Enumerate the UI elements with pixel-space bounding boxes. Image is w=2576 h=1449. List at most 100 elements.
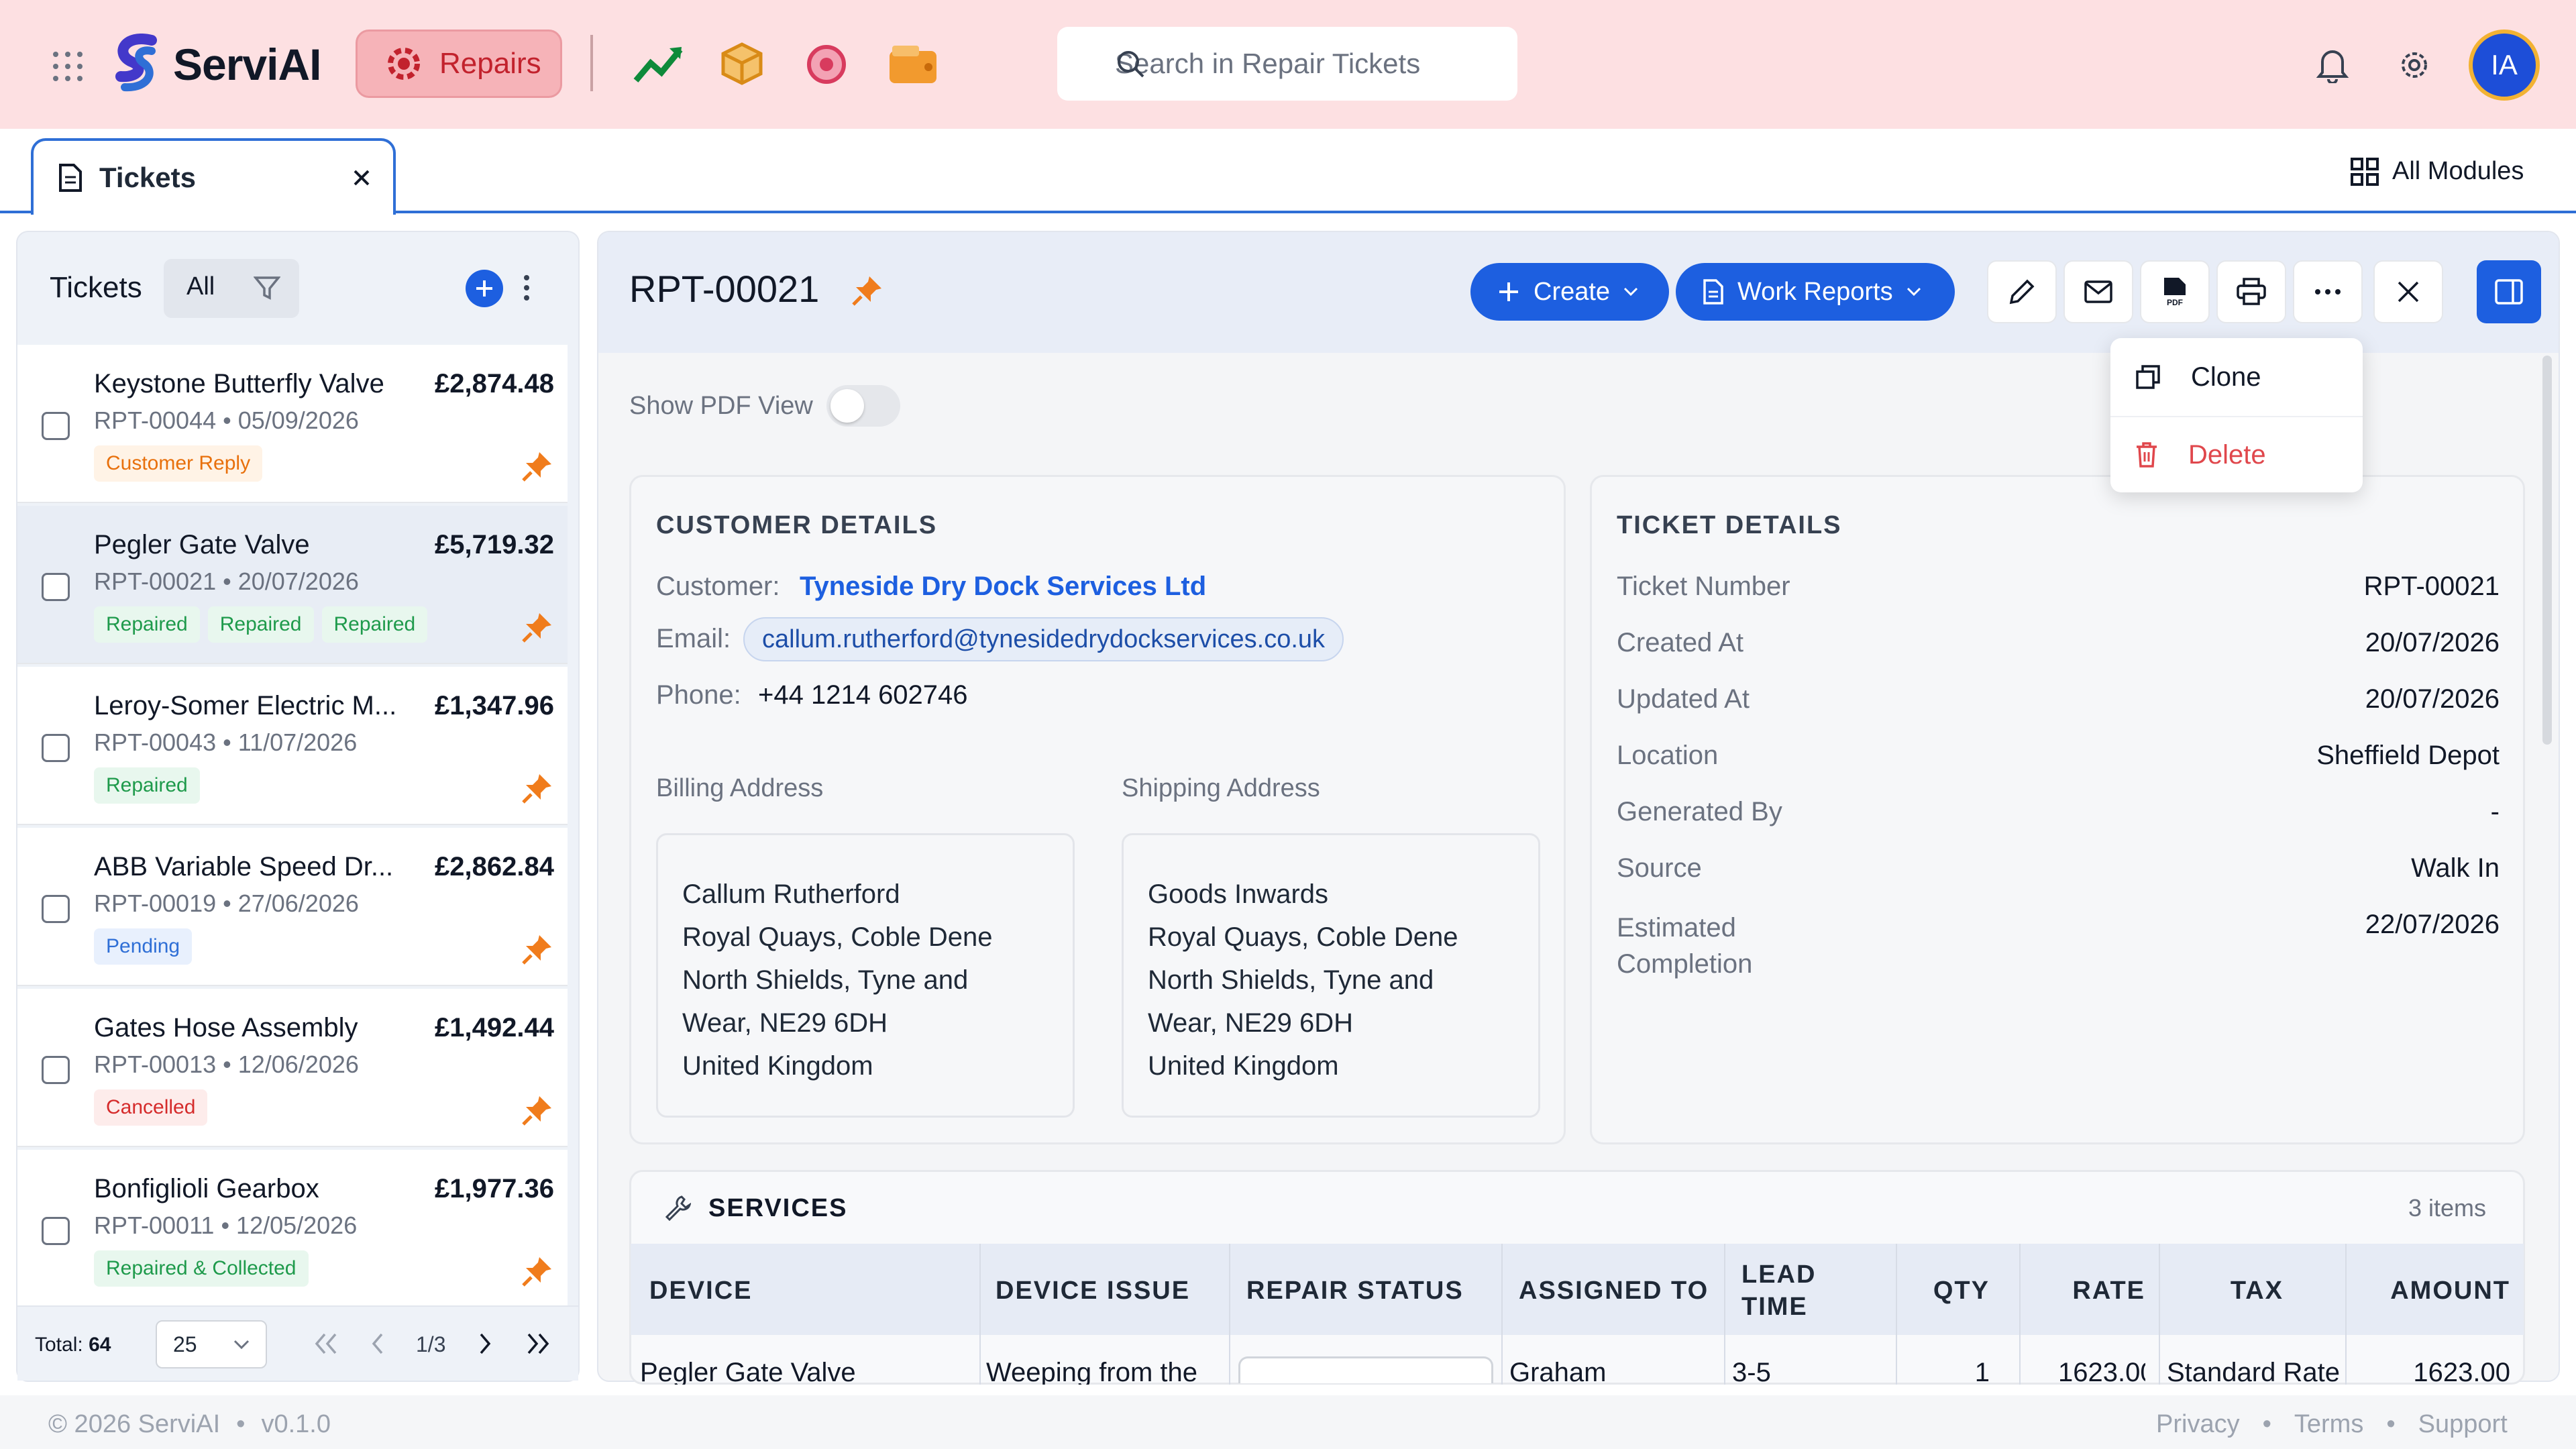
column-divider xyxy=(1501,1244,1503,1385)
pin-icon[interactable] xyxy=(522,612,553,643)
menu-divider xyxy=(2110,416,2363,417)
ticket-field-value: 20/07/2026 xyxy=(2365,684,2500,714)
detail-scrollbar[interactable] xyxy=(2542,356,2552,745)
inventory-box-icon[interactable] xyxy=(718,39,766,87)
column-header[interactable]: DEVICE ISSUE xyxy=(996,1275,1230,1307)
ticket-list-item[interactable]: ABB Variable Speed Dr... £2,862.84 RPT-0… xyxy=(17,828,568,986)
wrench-icon xyxy=(664,1194,691,1221)
customer-label: Customer: xyxy=(656,572,780,601)
column-header[interactable]: RATE xyxy=(2058,1275,2145,1307)
column-header[interactable]: AMOUNT xyxy=(2282,1275,2510,1307)
pdf-button[interactable]: PDF xyxy=(2140,260,2210,323)
filter-funnel-icon[interactable] xyxy=(254,275,280,302)
status-badge: Repaired & Collected xyxy=(94,1250,309,1287)
customer-name-link[interactable]: Tyneside Dry Dock Services Ltd xyxy=(800,572,1206,602)
work-reports-label: Work Reports xyxy=(1737,277,1893,306)
bell-icon[interactable] xyxy=(2316,47,2349,83)
pin-icon[interactable] xyxy=(522,1095,553,1126)
ticket-amount: £5,719.32 xyxy=(435,530,554,559)
close-detail-button[interactable] xyxy=(2373,260,2443,323)
page-size-select[interactable]: 25 xyxy=(156,1320,267,1368)
ticket-meta: RPT-00019 • 27/06/2026 xyxy=(94,890,359,917)
delete-menu-item[interactable]: Delete xyxy=(2110,421,2363,488)
next-page-icon[interactable] xyxy=(478,1332,492,1355)
email-chip[interactable]: callum.rutherford@tynesidedrydockservice… xyxy=(743,617,1344,661)
app-grid-icon[interactable] xyxy=(52,51,83,82)
pin-icon[interactable] xyxy=(522,934,553,965)
ticket-title: ABB Variable Speed Dr... xyxy=(94,852,394,881)
ticket-meta: RPT-00011 • 12/05/2026 xyxy=(94,1212,358,1239)
last-page-icon[interactable] xyxy=(526,1332,550,1355)
row-checkbox[interactable] xyxy=(42,412,70,440)
column-header[interactable]: TAX xyxy=(2163,1275,2284,1307)
settings-gear-icon[interactable] xyxy=(2396,47,2432,83)
repair-status-select[interactable] xyxy=(1238,1356,1493,1383)
status-badge: Repaired xyxy=(94,606,200,643)
ticket-field-label: Estimated Completion xyxy=(1617,913,1753,979)
service-badge-icon[interactable] xyxy=(802,39,851,87)
ticket-amount: £1,347.96 xyxy=(435,691,554,720)
plus-icon xyxy=(476,280,492,297)
row-checkbox[interactable] xyxy=(42,1217,70,1245)
ticket-meta: RPT-00043 • 11/07/2026 xyxy=(94,729,358,756)
filter-all-label[interactable]: All xyxy=(186,272,215,301)
service-cell-qty: 1 xyxy=(1974,1358,1990,1385)
pin-icon[interactable] xyxy=(522,773,553,804)
ticket-field-value: - xyxy=(2490,797,2500,826)
ticket-section-title: TICKET DETAILS xyxy=(1617,511,1842,539)
work-reports-button[interactable]: Work Reports xyxy=(1676,263,1955,321)
sales-trend-icon[interactable] xyxy=(633,43,684,86)
row-checkbox[interactable] xyxy=(42,573,70,601)
prev-page-icon[interactable] xyxy=(370,1332,385,1355)
first-page-icon[interactable] xyxy=(314,1332,338,1355)
ticket-list-item[interactable]: Leroy-Somer Electric M... £1,347.96 RPT-… xyxy=(17,667,568,825)
tab-label: Tickets xyxy=(99,162,196,193)
clone-menu-item[interactable]: Clone xyxy=(2110,343,2363,411)
column-header[interactable]: DEVICE xyxy=(649,1275,971,1307)
add-ticket-button[interactable] xyxy=(466,270,503,307)
ticket-amount: £2,862.84 xyxy=(435,852,554,881)
print-button[interactable] xyxy=(2216,260,2286,323)
document-icon xyxy=(58,162,83,193)
column-divider xyxy=(1724,1244,1725,1385)
ticket-field-label: Generated By xyxy=(1617,797,1782,826)
edit-button[interactable] xyxy=(1987,260,2057,323)
row-checkbox[interactable] xyxy=(42,895,70,923)
close-tab-icon[interactable] xyxy=(353,169,370,186)
list-more-icon[interactable] xyxy=(523,274,530,302)
create-button[interactable]: Create xyxy=(1470,263,1669,321)
pin-icon[interactable] xyxy=(522,1256,553,1287)
column-header[interactable]: QTY xyxy=(1889,1275,1990,1307)
more-actions-button[interactable] xyxy=(2293,260,2363,323)
pin-icon[interactable] xyxy=(522,451,553,482)
row-checkbox[interactable] xyxy=(42,1056,70,1084)
ticket-field-value: 20/07/2026 xyxy=(2365,628,2500,657)
all-modules-button[interactable]: All Modules xyxy=(2351,157,2524,186)
email-button[interactable] xyxy=(2063,260,2133,323)
show-pdf-toggle[interactable] xyxy=(826,385,900,427)
repairs-module-button[interactable]: Repairs xyxy=(356,30,562,98)
column-header[interactable]: LEAD TIME xyxy=(1741,1258,1876,1323)
ticket-meta: RPT-00021 • 20/07/2026 xyxy=(94,568,359,595)
support-link[interactable]: Support xyxy=(2418,1410,2508,1439)
ticket-list-item[interactable]: Keystone Butterfly Valve £2,874.48 RPT-0… xyxy=(17,345,568,503)
user-avatar[interactable]: IA xyxy=(2469,30,2540,101)
privacy-link[interactable]: Privacy xyxy=(2156,1410,2240,1439)
tab-tickets[interactable]: Tickets xyxy=(31,138,396,215)
ticket-list-item[interactable]: Gates Hose Assembly £1,492.44 RPT-00013 … xyxy=(17,989,568,1147)
ticket-list-item[interactable]: Bonfiglioli Gearbox £1,977.36 RPT-00011 … xyxy=(17,1150,568,1308)
row-checkbox[interactable] xyxy=(42,734,70,762)
email-label: Email: xyxy=(656,624,731,653)
chevron-down-icon xyxy=(233,1340,250,1349)
create-label: Create xyxy=(1534,277,1611,306)
wallet-icon[interactable] xyxy=(888,44,939,85)
phone-value: +44 1214 602746 xyxy=(758,680,968,710)
terms-link[interactable]: Terms xyxy=(2294,1410,2363,1439)
column-header[interactable]: REPAIR STATUS xyxy=(1246,1275,1501,1307)
toggle-sidebar-button[interactable] xyxy=(2477,260,2541,323)
envelope-icon xyxy=(2084,280,2112,303)
column-header[interactable]: ASSIGNED TO xyxy=(1519,1275,1720,1307)
pin-icon[interactable] xyxy=(852,275,883,306)
ticket-list-item[interactable]: Pegler Gate Valve £5,719.32 RPT-00021 • … xyxy=(17,506,568,664)
page-indicator: 1/3 xyxy=(416,1332,446,1356)
